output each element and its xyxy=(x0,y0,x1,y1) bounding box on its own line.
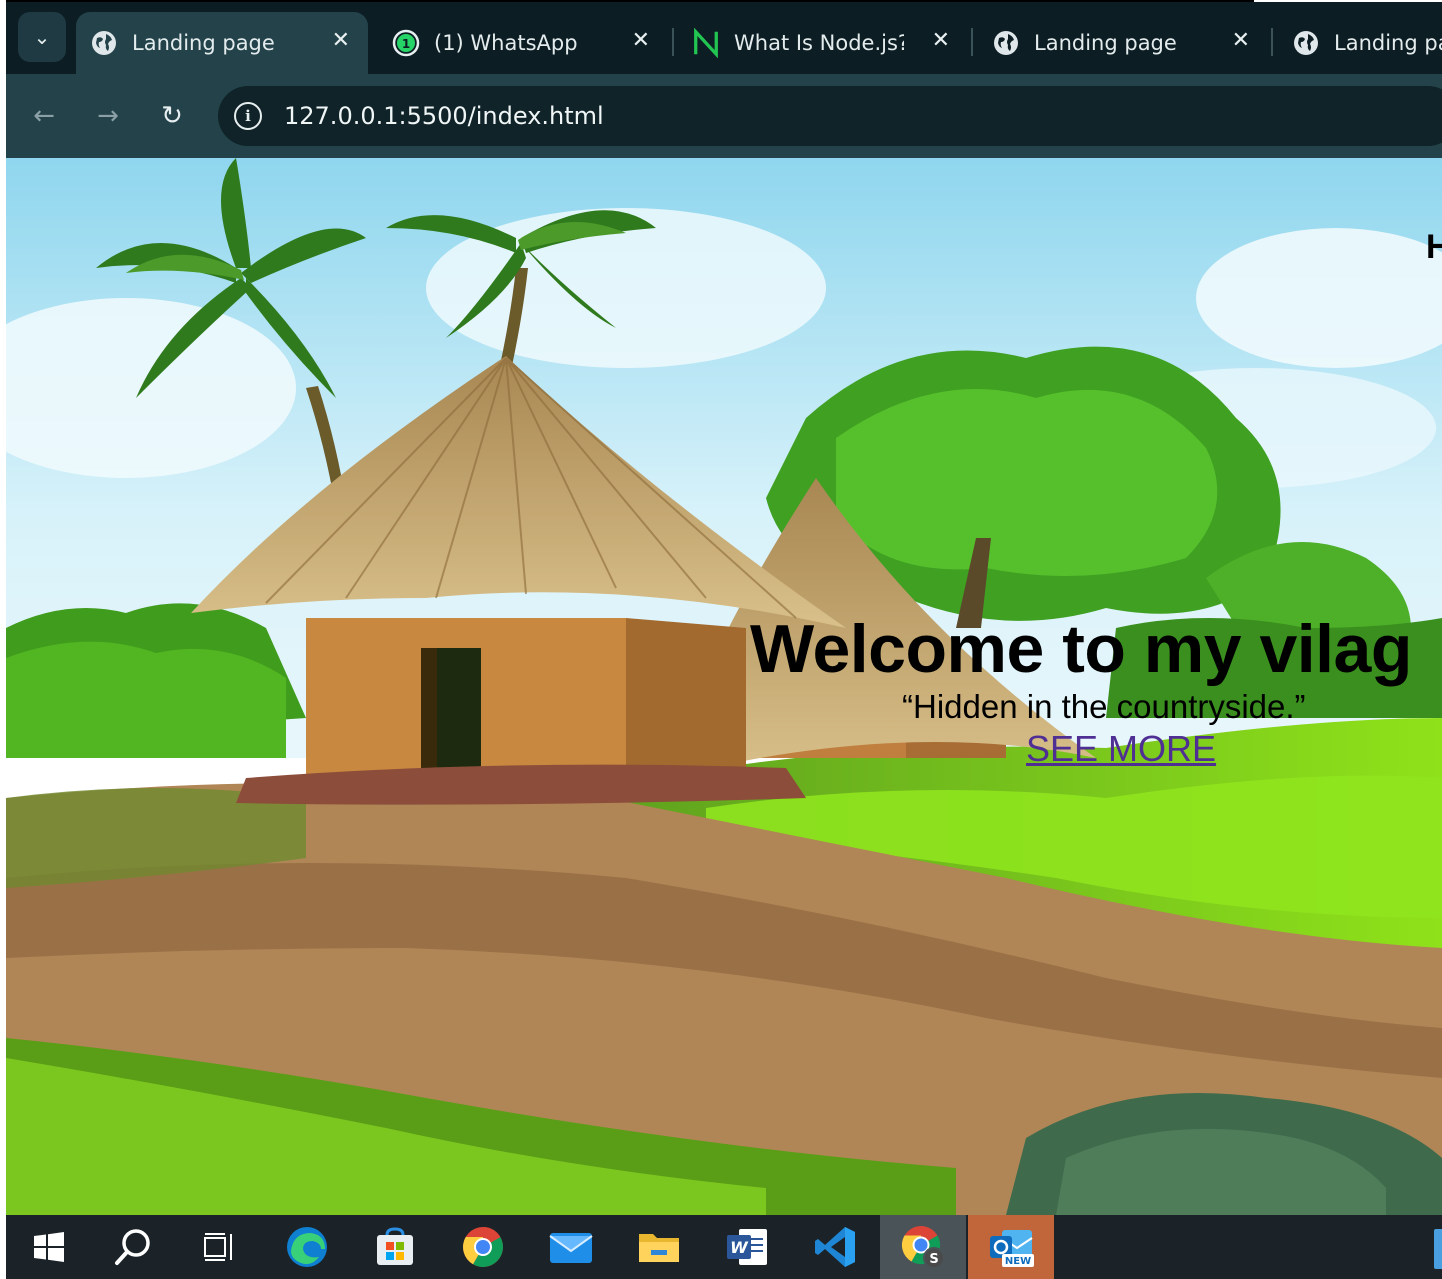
tab-strip: ⌄ Landing page ✕ 1 (1) WhatsApp ✕ What I… xyxy=(6,2,1442,74)
taskbar: W S NEW xyxy=(6,1215,1442,1279)
globe-icon xyxy=(90,29,118,57)
tab-search-button[interactable]: ⌄ xyxy=(18,12,66,62)
browser-window: ⌄ Landing page ✕ 1 (1) WhatsApp ✕ What I… xyxy=(6,2,1442,1215)
close-icon[interactable]: ✕ xyxy=(632,28,650,53)
tab-landing-page-3[interactable]: Landing pag xyxy=(1278,12,1442,74)
taskbar-overflow-icon[interactable] xyxy=(1434,1229,1442,1269)
browser-toolbar: ← → ↻ i 127.0.0.1:5500/index.html xyxy=(6,74,1442,158)
vscode-icon[interactable] xyxy=(792,1215,878,1279)
close-icon[interactable]: ✕ xyxy=(1232,28,1250,53)
chrome-icon[interactable] xyxy=(440,1215,526,1279)
word-icon-letter: W xyxy=(730,1238,749,1257)
see-more-link[interactable]: SEE MORE xyxy=(1026,728,1216,770)
forward-button[interactable]: → xyxy=(88,96,128,136)
tab-landing-page-2[interactable]: Landing page ✕ xyxy=(978,12,1268,74)
tab-title: Landing page xyxy=(132,31,275,55)
tab-title: Landing page xyxy=(1034,31,1177,55)
chrome-profile-icon[interactable]: S xyxy=(880,1215,966,1279)
windows-start-icon[interactable] xyxy=(6,1215,92,1279)
whatsapp-icon: 1 xyxy=(392,29,420,57)
page-viewport: H Welcome to my vilag “Hidden in the cou… xyxy=(6,158,1442,1215)
reload-button[interactable]: ↻ xyxy=(152,96,192,136)
tab-title: (1) WhatsApp xyxy=(434,31,578,55)
globe-icon xyxy=(1292,29,1320,57)
tab-whatsapp[interactable]: 1 (1) WhatsApp ✕ xyxy=(378,12,668,74)
site-info-icon[interactable]: i xyxy=(234,102,262,130)
search-icon[interactable] xyxy=(90,1215,176,1279)
close-icon[interactable]: ✕ xyxy=(332,28,350,53)
url-text[interactable]: 127.0.0.1:5500/index.html xyxy=(284,102,604,130)
tab-separator xyxy=(1271,28,1273,56)
new-badge: NEW xyxy=(1005,1256,1031,1267)
address-bar[interactable]: i 127.0.0.1:5500/index.html xyxy=(218,86,1442,146)
close-icon[interactable]: ✕ xyxy=(932,28,950,53)
hero-quote: “Hidden in the countryside.” xyxy=(902,688,1306,725)
task-view-icon[interactable] xyxy=(176,1215,262,1279)
tab-title: Landing pag xyxy=(1334,31,1442,55)
back-button[interactable]: ← xyxy=(24,96,64,136)
nodejs-n-icon xyxy=(692,28,720,58)
file-explorer-icon[interactable] xyxy=(616,1215,702,1279)
profile-initial: S xyxy=(929,1252,938,1267)
hero-title: Welcome to my vilag xyxy=(750,611,1412,687)
tab-separator xyxy=(672,28,674,56)
nav-peek-text: H xyxy=(1426,228,1442,266)
word-icon[interactable]: W xyxy=(704,1215,790,1279)
tab-nodejs[interactable]: What Is Node.js? C ✕ xyxy=(678,12,968,74)
mail-icon[interactable] xyxy=(528,1215,614,1279)
tab-separator xyxy=(971,28,973,56)
edge-icon[interactable] xyxy=(264,1215,350,1279)
microsoft-store-icon[interactable] xyxy=(352,1215,438,1279)
tab-title: What Is Node.js? C xyxy=(734,31,904,55)
tab-landing-page-active[interactable]: Landing page ✕ xyxy=(76,12,368,74)
outlook-new-icon[interactable]: NEW xyxy=(968,1215,1054,1279)
globe-icon xyxy=(992,29,1020,57)
svg-text:1: 1 xyxy=(402,37,410,51)
